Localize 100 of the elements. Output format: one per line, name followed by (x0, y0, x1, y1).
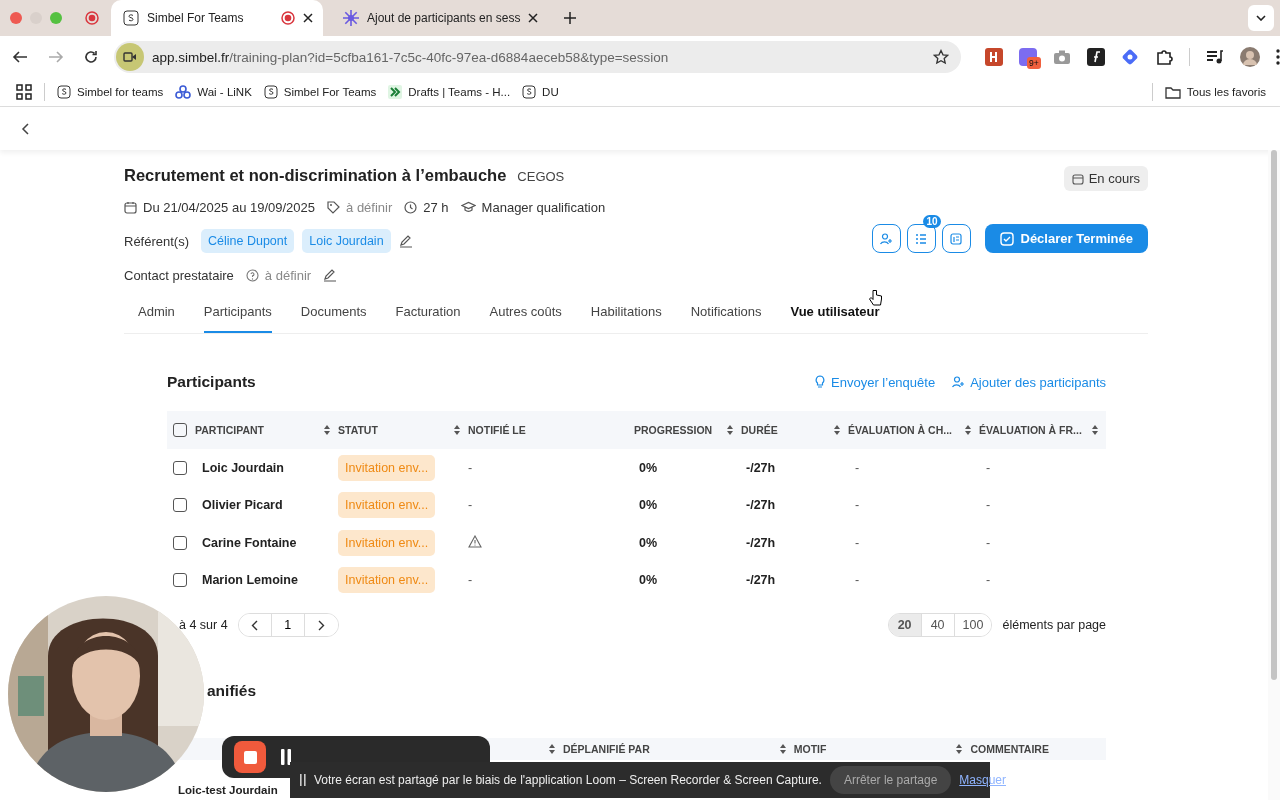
table-cell: - (855, 498, 860, 513)
scrollbar[interactable] (1271, 150, 1277, 680)
pencil-icon[interactable] (398, 234, 413, 248)
address-field[interactable]: app.simbel.fr/training-plan?id=5cfba161-7c5c-40fc-97ea-d6884aeceb58&type=session (114, 41, 961, 73)
sort-icon[interactable] (965, 425, 971, 435)
row-checkbox[interactable] (173, 573, 187, 588)
puzzle-icon[interactable] (1155, 48, 1173, 66)
document-button[interactable] (941, 224, 971, 253)
table-cell: 0% (639, 535, 658, 550)
declare-finished-button[interactable]: Déclarer Terminée (984, 224, 1148, 253)
column-header[interactable]: PROGRESSION (634, 424, 741, 436)
tab[interactable]: Facturation (395, 293, 461, 333)
row-checkbox[interactable] (173, 535, 187, 550)
pause-icon[interactable] (280, 748, 292, 766)
bookmark-label: Simbel For Teams (283, 86, 377, 98)
column-header[interactable]: MOTIF (793, 743, 827, 755)
add-user-button[interactable] (871, 224, 901, 253)
page-size-button[interactable]: 20 (888, 614, 922, 636)
sort-icon[interactable] (1092, 425, 1098, 435)
extension-icon[interactable] (1087, 48, 1105, 66)
media-icon[interactable] (1206, 49, 1224, 65)
participant-name: Loic Jourdain (201, 460, 285, 475)
table-cell: - (855, 573, 860, 588)
sort-icon[interactable] (549, 744, 555, 754)
price-value: à définir (346, 199, 393, 215)
status-badge: Invitation env... (338, 567, 436, 594)
column-header[interactable]: PARTICIPANT (195, 424, 338, 436)
table-cell: - (468, 498, 473, 513)
row-checkbox[interactable] (173, 460, 187, 475)
tab[interactable]: Notifications (690, 293, 762, 333)
sort-icon[interactable] (324, 425, 330, 435)
sort-icon[interactable] (779, 744, 786, 754)
bookmark[interactable]: Wai - LiNK (175, 85, 252, 99)
column-header[interactable]: COMMENTAIRE (970, 743, 1049, 755)
range-label: à 4 sur 4 (179, 618, 228, 632)
per-page-label: éléments par page (1002, 618, 1106, 632)
tab-list-button[interactable] (1248, 5, 1274, 31)
pencil-icon[interactable] (323, 268, 338, 282)
column-header[interactable]: NOTIFIÉ LE (468, 424, 634, 436)
folder-icon (1164, 85, 1181, 99)
apps-grid-icon[interactable] (16, 84, 32, 100)
sort-icon[interactable] (454, 425, 460, 435)
table-cell: - (986, 535, 991, 550)
close-window-icon[interactable] (10, 12, 22, 24)
bookmark-label: Drafts | Teams - H... (408, 86, 511, 98)
sort-icon[interactable] (834, 425, 840, 435)
bookmark-star-icon[interactable] (933, 49, 949, 65)
table-cell: - (986, 498, 991, 513)
column-header[interactable]: ÉVALUATION À CH... (848, 424, 979, 436)
sort-icon[interactable] (727, 425, 733, 435)
back-icon[interactable] (21, 122, 29, 135)
tab[interactable]: Admin (138, 293, 175, 333)
tab[interactable]: Participants (203, 293, 272, 333)
bookmark[interactable]: Simbel For Teams (263, 85, 377, 99)
reload-icon[interactable] (84, 50, 98, 64)
menu-icon[interactable] (1276, 49, 1280, 65)
list-icon (914, 231, 928, 246)
tag-icon (327, 200, 341, 214)
participant-name: Carine Fontaine (201, 535, 298, 550)
camera-icon[interactable] (1053, 49, 1071, 65)
close-icon[interactable] (528, 13, 539, 23)
table-cell: 0% (639, 573, 658, 588)
tab[interactable]: Documents (300, 293, 367, 333)
bookmark[interactable]: Drafts | Teams - H... (388, 85, 511, 99)
date-range: Du 21/04/2025 au 19/09/2025 (143, 199, 316, 215)
stop-sharing-button[interactable]: Arrêter le partage (829, 766, 952, 794)
select-all-checkbox[interactable] (173, 423, 187, 437)
column-header[interactable]: STATUT (338, 424, 468, 436)
tab[interactable]: Vue utilisateur (790, 293, 880, 333)
add-participants-link[interactable]: Ajouter des participants (951, 374, 1106, 390)
table-cell: - (468, 573, 473, 588)
tab[interactable]: Autres coûts (489, 293, 562, 333)
new-tab-icon[interactable] (564, 12, 577, 24)
grip-icon[interactable] (300, 774, 306, 786)
column-header[interactable]: ÉVALUATION À FR... (979, 424, 1106, 436)
avatar-icon[interactable] (1240, 47, 1260, 67)
chevron-left-icon (251, 619, 259, 631)
previous-page-button[interactable] (238, 614, 272, 636)
close-icon[interactable] (303, 13, 313, 23)
graduation-cap-icon (460, 201, 476, 213)
bookmark[interactable]: Simbel for teams (57, 85, 164, 99)
column-header[interactable]: DURÉE (741, 424, 848, 436)
tab[interactable]: Habilitations (590, 293, 662, 333)
tab-title: Ajout de participants en sess (367, 11, 521, 25)
stop-recording-button[interactable] (234, 741, 266, 773)
rings-logo-icon (175, 85, 192, 99)
help-icon[interactable] (245, 268, 259, 282)
checklist-button[interactable] (906, 224, 936, 253)
send-survey-link[interactable]: Envoyer l’enquête (814, 374, 936, 390)
sort-icon[interactable] (956, 744, 963, 754)
back-arrow-icon[interactable] (12, 50, 28, 64)
status-badge: Invitation env... (338, 454, 436, 481)
row-checkbox[interactable] (173, 498, 187, 513)
bookmark-folder[interactable]: Tous les favoris (1164, 85, 1266, 99)
training-title: Recrutement et non-discrimination à l’embauche (124, 166, 507, 185)
browser-tab[interactable]: Simbel For Teams (111, 0, 323, 36)
s-logo-icon (263, 85, 278, 99)
bookmark[interactable]: DU (522, 85, 559, 99)
column-header[interactable]: DÉPLANIFIÉ PAR (563, 743, 650, 755)
browser-tab[interactable]: Ajout de participants en sess (331, 0, 549, 36)
